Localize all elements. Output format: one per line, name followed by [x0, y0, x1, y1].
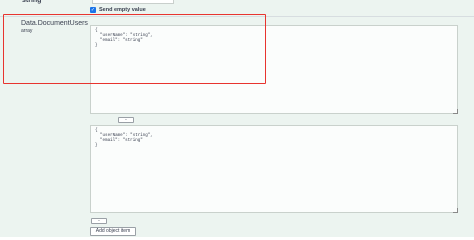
- string-field-label: string: [22, 0, 42, 4]
- send-empty-label: Send empty value: [99, 6, 146, 13]
- resize-handle-icon[interactable]: [453, 109, 458, 114]
- parameter-panel: string ✓ Send empty value Data.DocumentU…: [0, 0, 474, 237]
- send-empty-checkbox[interactable]: ✓: [90, 6, 96, 13]
- remove-item-button[interactable]: -: [91, 218, 107, 224]
- add-object-item-button[interactable]: Add object item: [90, 227, 136, 236]
- highlight-box: [3, 14, 266, 84]
- resize-handle-icon[interactable]: [453, 208, 458, 213]
- send-empty-row[interactable]: ✓ Send empty value: [90, 5, 146, 14]
- string-input[interactable]: [92, 0, 174, 4]
- remove-item-button[interactable]: -: [118, 117, 134, 123]
- array-item-textarea[interactable]: { "userName": "string", "email": "string…: [90, 125, 458, 213]
